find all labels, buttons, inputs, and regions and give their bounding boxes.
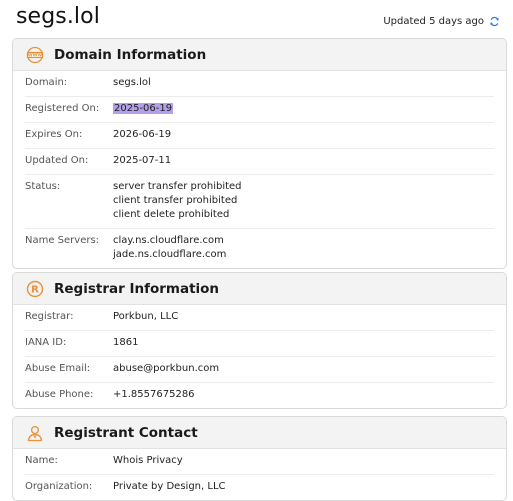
iana-id-label: IANA ID: [25,337,67,348]
person-icon [25,423,45,443]
name-servers-row: Name Servers: clay.ns.cloudflare.com jad… [25,229,494,268]
abuse-phone-label: Abuse Phone: [25,389,94,400]
status-label: Status: [25,181,61,192]
name-server-value: jade.ns.cloudflare.com [113,249,227,260]
registrar-row: Registrar: Porkbun, LLC [25,305,494,331]
domain-information-card: WWW Domain Information Domain: segs.lol … [12,38,507,269]
status-row: Status: server transfer prohibited clien… [25,175,494,229]
updated-indicator: Updated 5 days ago [383,16,500,27]
registrar-label: Registrar: [25,311,74,322]
registrar-value: Porkbun, LLC [113,311,179,322]
refresh-icon[interactable] [489,16,500,27]
registrant-organization-value: Private by Design, LLC [113,481,226,492]
registrant-contact-card: Registrant Contact Name: Whois Privacy O… [12,416,507,501]
svg-text:WWW: WWW [28,52,43,58]
status-value: client delete prohibited [113,209,230,220]
domain-row: Domain: segs.lol [25,71,494,97]
registrant-name-value: Whois Privacy [113,455,183,466]
registered-on-label: Registered On: [25,103,100,114]
updated-on-row: Updated On: 2025-07-11 [25,149,494,175]
abuse-email-value: abuse@porkbun.com [113,363,220,374]
svg-text:R: R [31,284,39,295]
abuse-email-row: Abuse Email: abuse@porkbun.com [25,357,494,383]
updated-on-value: 2025-07-11 [113,155,172,166]
top-bar: segs.lol Updated 5 days ago [0,0,513,38]
registrar-information-card: R Registrar Information Registrar: Porkb… [12,272,507,409]
updated-text: Updated 5 days ago [383,16,484,27]
domain-information-header: WWW Domain Information [13,39,506,71]
page-title: segs.lol [16,4,100,29]
domain-information-title: Domain Information [54,46,207,63]
expires-on-label: Expires On: [25,129,83,140]
iana-id-row: IANA ID: 1861 [25,331,494,357]
registered-on-row: Registered On: 2025-06-19 [25,97,494,123]
abuse-phone-row: Abuse Phone: +1.8557675286 [25,383,494,408]
registrant-name-label: Name: [25,455,58,466]
abuse-email-label: Abuse Email: [25,363,91,374]
domain-label: Domain: [25,77,68,88]
registrant-organization-row: Organization: Private by Design, LLC [25,475,494,500]
status-value: server transfer prohibited [113,181,242,192]
registrant-name-row: Name: Whois Privacy [25,449,494,475]
iana-id-value: 1861 [113,337,139,348]
registered-on-value[interactable]: 2025-06-19 [113,103,174,114]
updated-on-label: Updated On: [25,155,89,166]
name-servers-label: Name Servers: [25,235,100,246]
www-globe-icon: WWW [25,45,45,65]
registrar-information-header: R Registrar Information [13,273,506,305]
registrant-contact-title: Registrant Contact [54,424,198,441]
registrant-contact-header: Registrant Contact [13,417,506,449]
expires-on-value: 2026-06-19 [113,129,172,140]
expires-on-row: Expires On: 2026-06-19 [25,123,494,149]
registrant-organization-label: Organization: [25,481,93,492]
domain-value: segs.lol [113,77,151,88]
registered-trademark-icon: R [25,279,45,299]
name-server-value: clay.ns.cloudflare.com [113,235,224,246]
abuse-phone-value: +1.8557675286 [113,389,195,400]
registrar-information-title: Registrar Information [54,280,220,297]
status-value: client transfer prohibited [113,195,238,206]
